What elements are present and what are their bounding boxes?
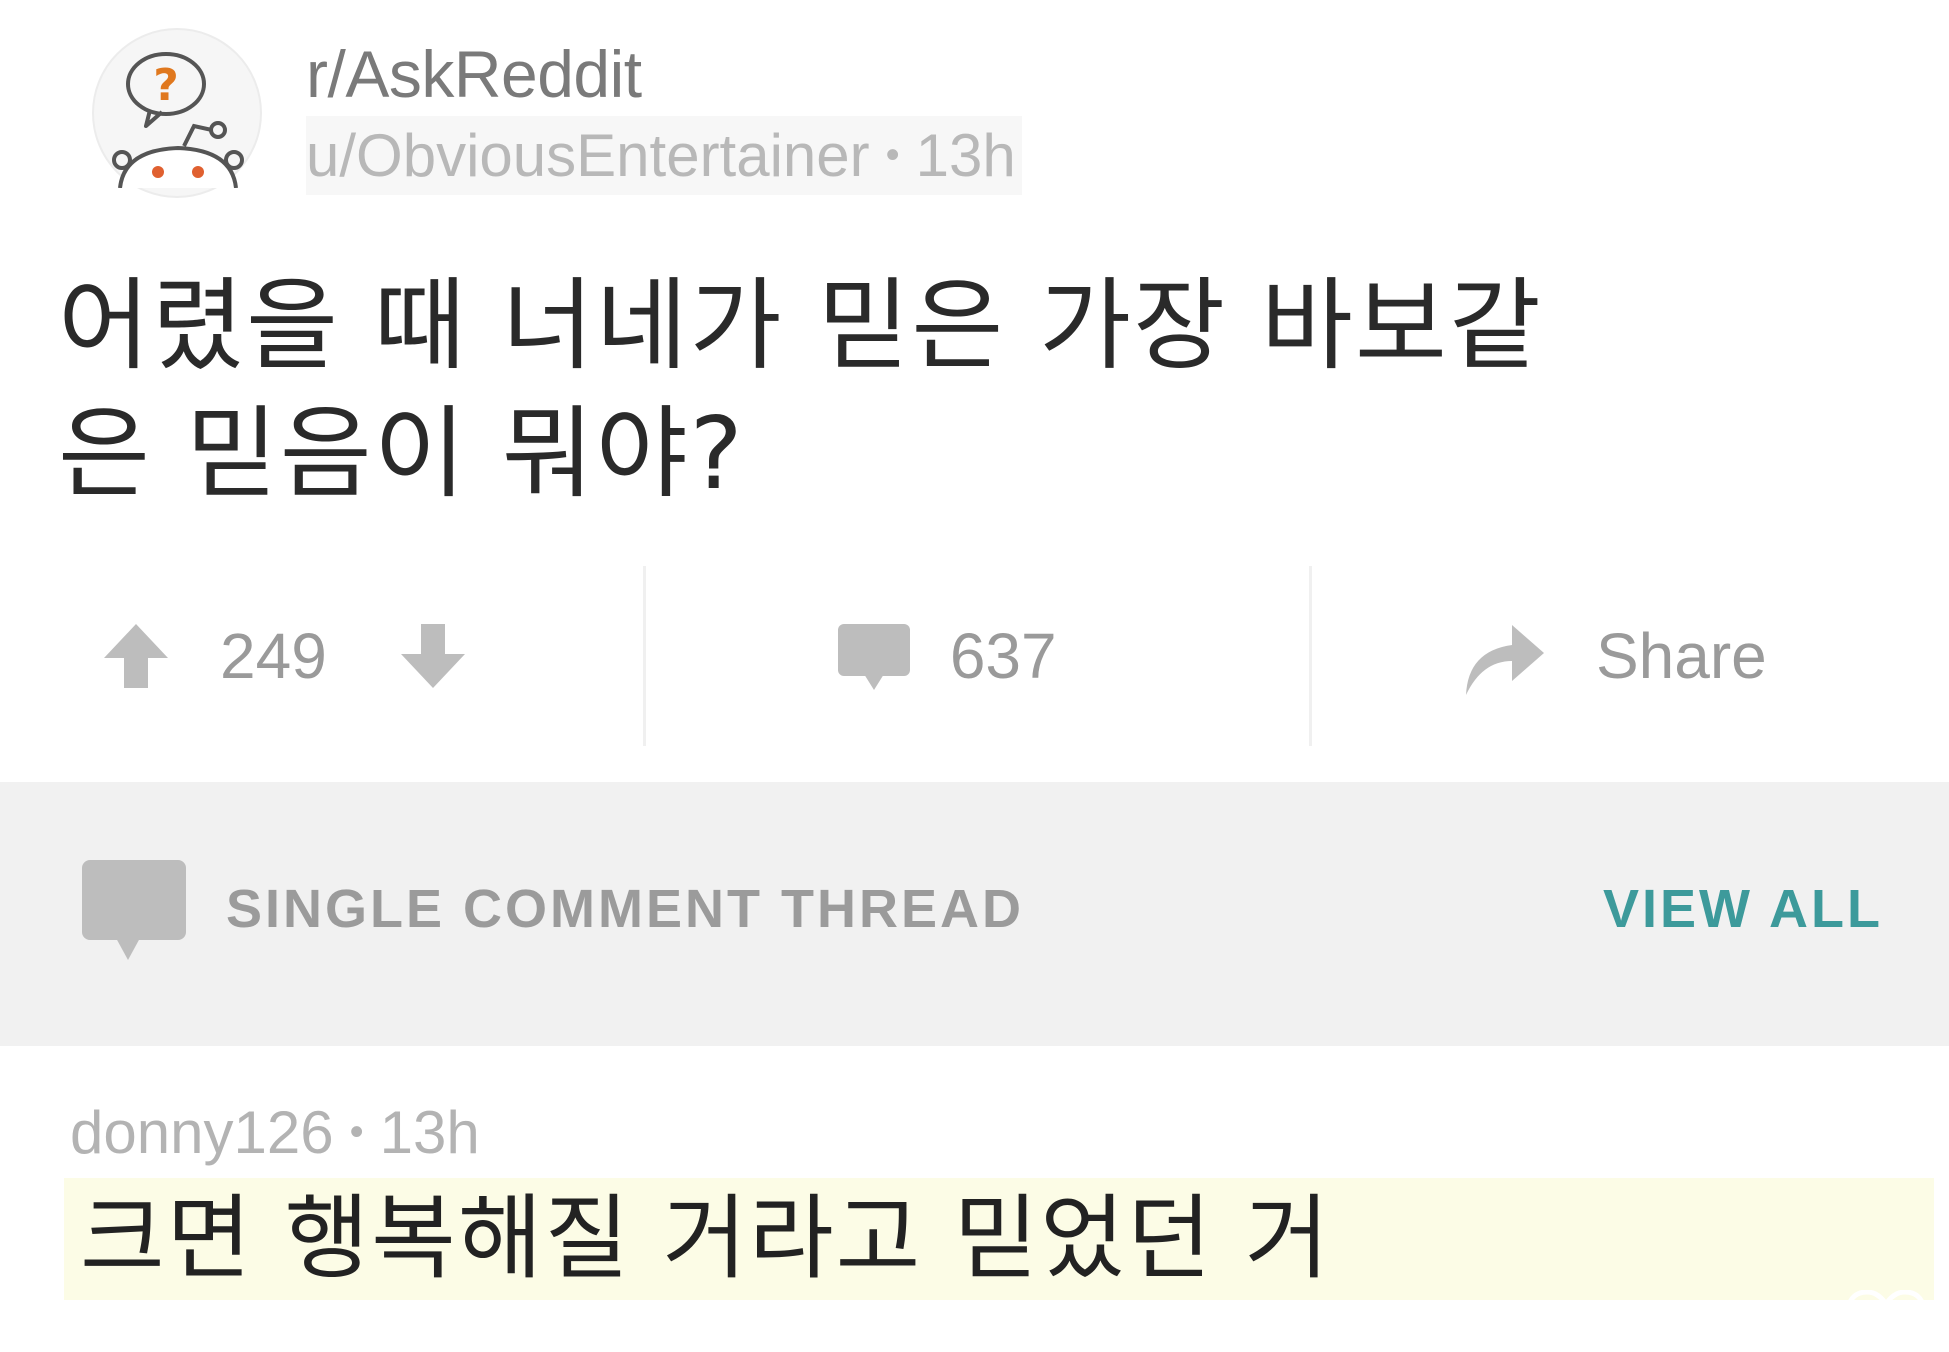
reddit-post-screenshot: ? r/AskReddit u/ObviousEntertainer • 13h 어… (0, 0, 1949, 1352)
downvote-arrow-icon[interactable] (397, 620, 469, 692)
post-header: ? r/AskReddit u/ObviousEntertainer • 13h (92, 28, 1022, 198)
post-header-text: r/AskReddit u/ObviousEntertainer • 13h (306, 32, 1022, 195)
post-author[interactable]: u/ObviousEntertainer (306, 122, 870, 189)
askreddit-snoo-icon: ? (112, 52, 244, 188)
post-title: 어렸을 때 너네가 믿은 가장 바보같은 믿음이 뭐야? (58, 267, 1543, 512)
comment-body: 크면 행복해질 거라고 믿었던 거 (80, 1185, 1332, 1292)
heart-outline-icon[interactable] (1845, 1289, 1927, 1352)
comment-count: 637 (949, 620, 1057, 692)
post-score: 249 (220, 620, 327, 692)
share-arrow-icon (1460, 615, 1546, 697)
meta-separator: • (349, 1110, 364, 1154)
comment-author[interactable]: donny126 (70, 1099, 334, 1166)
subreddit-avatar[interactable]: ? (92, 28, 262, 198)
view-all-link[interactable]: VIEW ALL (1603, 878, 1883, 940)
meta-separator: • (885, 132, 900, 177)
svg-text:?: ? (153, 60, 179, 111)
comments-button[interactable]: 637 (646, 566, 1309, 746)
post-action-bar: 249 637 Share (0, 566, 1949, 746)
share-button[interactable]: Share (1312, 566, 1949, 746)
comment-age: 13h (379, 1099, 480, 1166)
subreddit-name[interactable]: r/AskReddit (306, 32, 1022, 116)
upvote-arrow-icon[interactable] (100, 620, 172, 692)
vote-controls: 249 (0, 566, 643, 746)
comment-bubble-icon (80, 858, 188, 969)
comment-meta: donny126 • 13h (70, 1098, 480, 1167)
post-meta: u/ObviousEntertainer • 13h (306, 115, 1022, 195)
thread-label: SINGLE COMMENT THREAD (226, 879, 1024, 939)
share-label: Share (1595, 620, 1767, 692)
post-age: 13h (915, 121, 1016, 189)
comment-bubble-icon (836, 620, 912, 692)
